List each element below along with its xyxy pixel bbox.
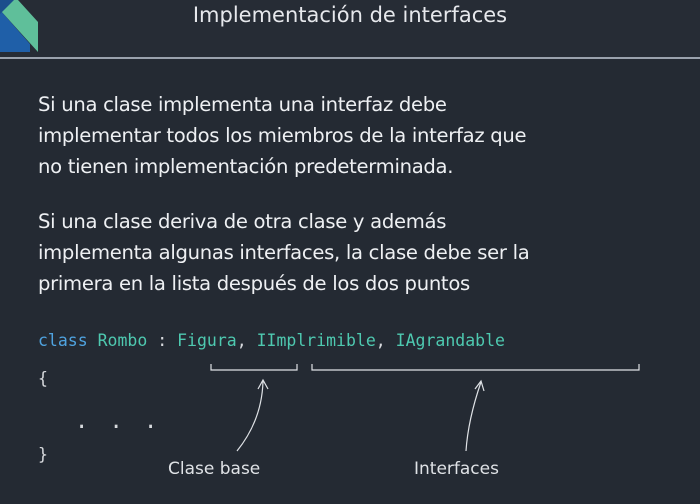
code-comma: , xyxy=(236,331,247,350)
paragraph-line: no tienen implementación predeterminada. xyxy=(38,155,454,178)
interfaces-bracket xyxy=(311,364,640,371)
paragraph-base-class-order: Si una clase deriva de otra clase y adem… xyxy=(38,206,693,299)
base-class-arrow xyxy=(236,380,264,452)
interfaces-arrowhead xyxy=(474,379,485,392)
paragraph-line: primera en la lista después de los dos p… xyxy=(38,272,470,295)
paragraph-line: implementa algunas interfaces, la clase … xyxy=(38,241,530,264)
code-comma: , xyxy=(375,331,386,350)
paragraph-line: Si una clase implementa una interfaz deb… xyxy=(38,93,447,116)
base-class-label: Clase base xyxy=(168,459,261,479)
code-interface-2: IAgrandable xyxy=(395,331,505,350)
interfaces-label: Interfaces xyxy=(414,459,499,479)
code-keyword: class xyxy=(38,331,88,350)
code-class-name: Rombo xyxy=(97,331,148,350)
code-open-brace: { xyxy=(38,369,48,388)
header-divider xyxy=(0,57,700,59)
slide-title: Implementación de interfaces xyxy=(192,3,508,27)
code-class-declaration: class Rombo : Figura, IImplrimible, IAgr… xyxy=(38,331,505,350)
slide-header: Implementación de interfaces xyxy=(0,0,700,58)
base-class-arrowhead xyxy=(257,378,269,390)
code-colon: : xyxy=(157,331,168,350)
code-body-ellipsis: . . . xyxy=(75,409,162,434)
code-base-class: Figura xyxy=(177,331,237,350)
paragraph-interface-members: Si una clase implementa una interfaz deb… xyxy=(38,89,693,182)
interfaces-arrow xyxy=(465,381,482,452)
paragraph-line: Si una clase deriva de otra clase y adem… xyxy=(38,210,447,233)
paragraph-line: implementar todos los miembros de la int… xyxy=(38,124,527,147)
code-close-brace: } xyxy=(38,445,48,464)
code-interface-1: IImplrimible xyxy=(256,331,376,350)
base-class-bracket xyxy=(210,364,298,371)
